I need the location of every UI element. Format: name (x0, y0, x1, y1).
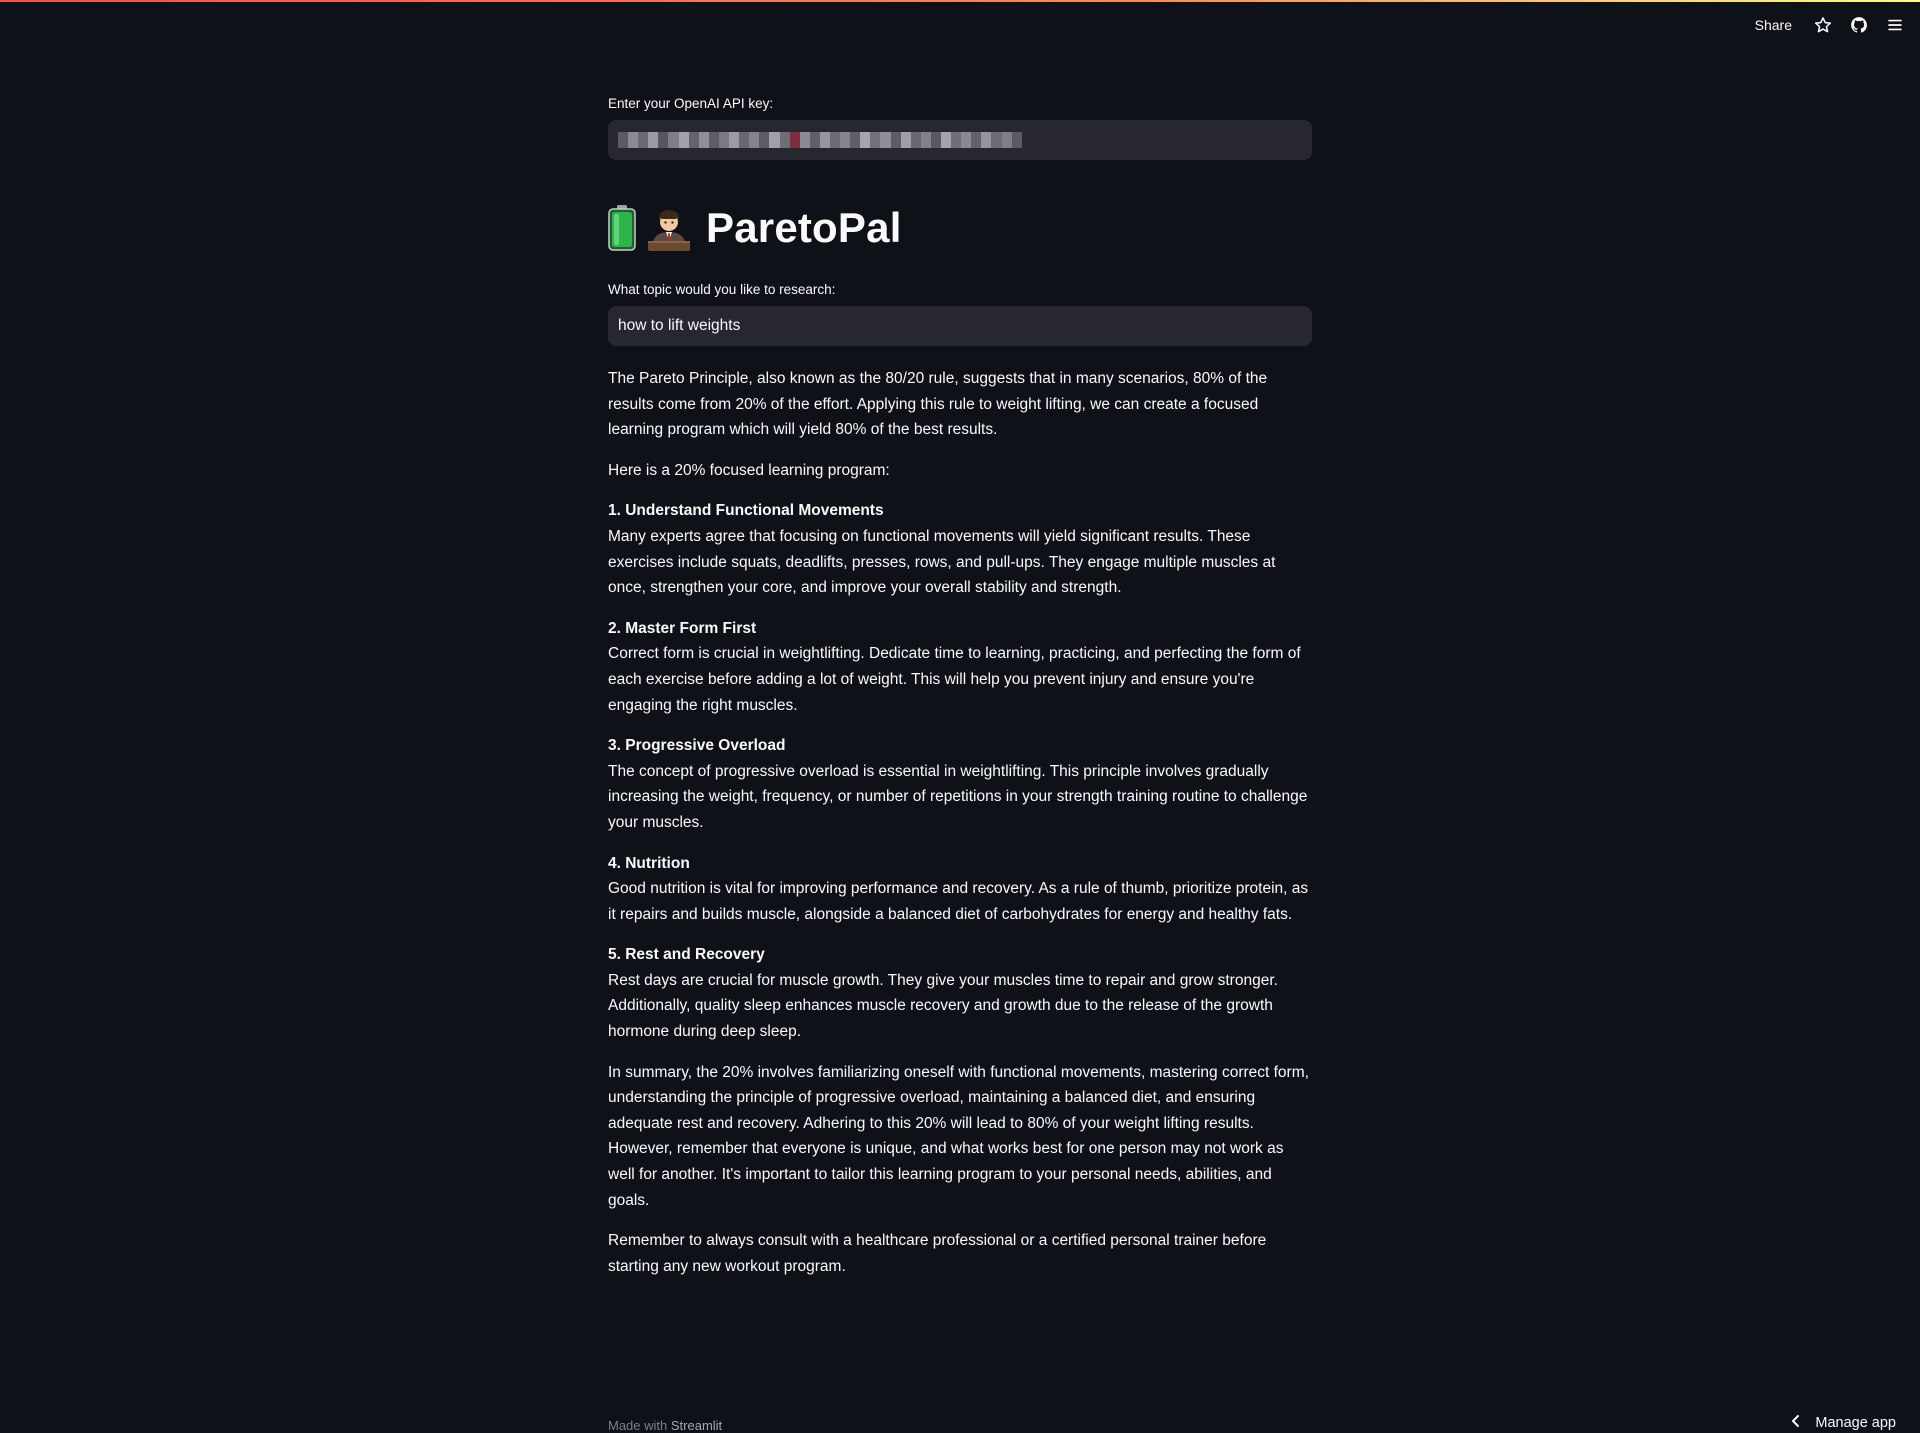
github-icon[interactable] (1848, 14, 1870, 36)
battery-icon (608, 205, 636, 251)
program-item-body: Rest days are crucial for muscle growth.… (608, 971, 1278, 1041)
program-item-heading: 1. Understand Functional Movements (608, 502, 884, 520)
program-item-body: The concept of progressive overload is e… (608, 762, 1308, 831)
response-closing: Remember to always consult with a health… (608, 1232, 1267, 1275)
program-item: 3. Progressive Overload The concept of p… (608, 733, 1312, 835)
manage-app-button[interactable]: Manage app (1791, 1414, 1896, 1432)
response-intro: The Pareto Principle, also known as the … (608, 370, 1268, 439)
app-title: ParetoPal (706, 204, 902, 251)
footer-made-with: Made with Streamlit (608, 1418, 722, 1433)
topic-input[interactable]: how to lift weights (608, 306, 1312, 346)
share-button[interactable]: Share (1749, 13, 1798, 37)
streamlit-link[interactable]: Streamlit (671, 1418, 722, 1433)
star-icon[interactable] (1812, 14, 1834, 36)
program-item: 5. Rest and Recovery Rest days are cruci… (608, 942, 1312, 1044)
api-key-label: Enter your OpenAI API key: (608, 96, 774, 111)
main-content: Enter your OpenAI API key: ParetoPal Wha… (608, 96, 1312, 1294)
person-at-desk-icon (646, 205, 692, 251)
chevron-left-icon (1791, 1414, 1801, 1432)
topic-input-value: how to lift weights (618, 317, 741, 334)
program-item-body: Correct form is crucial in weightlifting… (608, 645, 1301, 714)
program-intro: Here is a 20% focused learning program: (608, 461, 890, 479)
manage-app-label: Manage app (1815, 1415, 1896, 1431)
masked-api-key-value (618, 132, 1022, 148)
app-title-row: ParetoPal (608, 200, 1312, 256)
response-markdown: The Pareto Principle, also known as the … (608, 366, 1312, 1279)
program-item-body: Many experts agree that focusing on func… (608, 527, 1276, 597)
response-summary: In summary, the 20% involves familiarizi… (608, 1063, 1309, 1209)
program-item-heading: 3. Progressive Overload (608, 737, 786, 755)
program-item-heading: 2. Master Form First (608, 619, 757, 637)
app-decoration-bar (0, 0, 1920, 2)
footer-made-with-text: Made with (608, 1418, 668, 1433)
program-item-body: Good nutrition is vital for improving pe… (608, 880, 1309, 923)
topic-field: What topic would you like to research: h… (608, 282, 1312, 346)
program-item: 1. Understand Functional Movements Many … (608, 498, 1312, 600)
menu-icon[interactable] (1884, 14, 1906, 36)
program-item: 4. Nutrition Good nutrition is vital for… (608, 851, 1312, 928)
api-key-input[interactable] (608, 120, 1312, 160)
app-toolbar: Share (1749, 0, 1920, 50)
topic-label: What topic would you like to research: (608, 282, 836, 297)
program-item-heading: 5. Rest and Recovery (608, 946, 765, 964)
program-item: 2. Master Form First Correct form is cru… (608, 616, 1312, 718)
program-item-heading: 4. Nutrition (608, 854, 690, 872)
